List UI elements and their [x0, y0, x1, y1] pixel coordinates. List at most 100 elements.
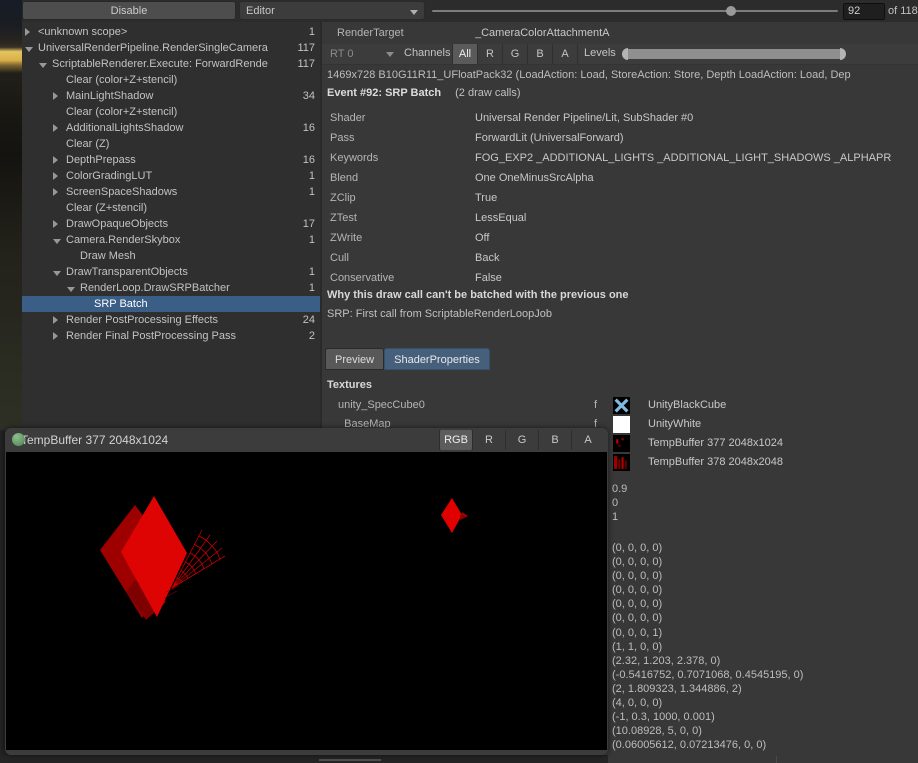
- shader-property-list: ShaderUniversal Render Pipeline/Lit, Sub…: [322, 108, 918, 288]
- float-value: 1: [612, 510, 627, 524]
- preview-geometry: [6, 452, 607, 750]
- property-value: True: [475, 188, 918, 208]
- preview-channel-rgb-button[interactable]: RGB: [440, 430, 472, 450]
- event-slider[interactable]: [432, 0, 838, 22]
- rt-index-dropdown[interactable]: RT 0: [330, 46, 398, 62]
- tab-preview[interactable]: Preview: [325, 348, 384, 370]
- tree-item[interactable]: Draw Mesh: [22, 248, 320, 264]
- event-slider-thumb[interactable]: [726, 6, 736, 16]
- channel-b-button[interactable]: B: [527, 44, 552, 64]
- tree-item[interactable]: Render Final PostProcessing Pass2: [22, 328, 320, 344]
- tab-shaderproperties[interactable]: ShaderProperties: [384, 348, 490, 370]
- tree-item-count: 1: [307, 232, 320, 248]
- preview-header[interactable]: TempBuffer 377 2048x1024 RGBRGBA: [5, 428, 608, 452]
- shader-property-row: ZClipTrue: [322, 188, 918, 208]
- foldout-open-icon[interactable]: [53, 271, 61, 276]
- levels-max-handle[interactable]: [840, 48, 846, 60]
- texture-preview-canvas[interactable]: [6, 452, 607, 750]
- target-selector-dropdown[interactable]: Editor: [239, 1, 425, 20]
- texture-property-name: unity_SpecCube0: [338, 399, 425, 411]
- property-value: ForwardLit (UniversalForward): [475, 128, 918, 148]
- tree-item[interactable]: Render PostProcessing Effects24: [22, 312, 320, 328]
- tree-item[interactable]: MainLightShadow34: [22, 88, 320, 104]
- vector-value: (0.06005612, 0.07213476, 0, 0): [612, 738, 803, 752]
- tree-item[interactable]: Clear (Z): [22, 136, 320, 152]
- property-value: FOG_EXP2 _ADDITIONAL_LIGHTS _ADDITIONAL_…: [475, 148, 918, 168]
- tree-item[interactable]: RenderLoop.DrawSRPBatcher1: [22, 280, 320, 296]
- vector-value: (-1, 0.3, 1000, 0.001): [612, 710, 803, 724]
- texture-preview-window: TempBuffer 377 2048x1024 RGBRGBA: [5, 428, 608, 755]
- tree-item[interactable]: SRP Batch: [22, 296, 320, 312]
- vector-value: (2.32, 1.203, 2.378, 0): [612, 654, 803, 668]
- event-total-label: of 118: [888, 5, 918, 17]
- render-target-info: 1469x728 B10G11R11_UFloatPack32 (LoadAct…: [327, 69, 917, 81]
- foldout-closed-icon[interactable]: [53, 188, 58, 196]
- event-number-input[interactable]: 92: [843, 3, 885, 20]
- texture-name[interactable]: TempBuffer 378 2048x2048: [648, 456, 783, 468]
- tree-item-label: Render Final PostProcessing Pass: [66, 328, 307, 344]
- preview-channel-a-button[interactable]: A: [571, 430, 604, 450]
- vector-value: (4, 0, 0, 0): [612, 696, 803, 710]
- preview-channel-b-button[interactable]: B: [538, 430, 571, 450]
- tree-item[interactable]: AdditionalLightsShadow16: [22, 120, 320, 136]
- levels-range-slider[interactable]: [622, 48, 846, 60]
- foldout-open-icon[interactable]: [25, 47, 33, 52]
- property-label: Keywords: [330, 148, 378, 168]
- tree-item-label: ScriptableRenderer.Execute: ForwardRende: [52, 56, 295, 72]
- vector-value: (-0.5416752, 0.7071068, 0.4545195, 0): [612, 668, 803, 682]
- tree-item[interactable]: Camera.RenderSkybox1: [22, 232, 320, 248]
- tree-item[interactable]: DrawTransparentObjects1: [22, 264, 320, 280]
- red-bars-texture-icon: [613, 454, 630, 471]
- foldout-closed-icon[interactable]: [53, 156, 58, 164]
- foldout-open-icon[interactable]: [67, 287, 75, 292]
- event-slider-track[interactable]: [432, 10, 838, 12]
- tree-item[interactable]: ScreenSpaceShadows1: [22, 184, 320, 200]
- disable-button[interactable]: Disable: [22, 1, 236, 20]
- property-label: Shader: [330, 108, 365, 128]
- foldout-open-icon[interactable]: [39, 63, 47, 68]
- foldout-closed-icon[interactable]: [53, 332, 58, 340]
- texture-name[interactable]: UnityWhite: [648, 418, 701, 430]
- tree-item[interactable]: ColorGradingLUT1: [22, 168, 320, 184]
- foldout-closed-icon[interactable]: [53, 92, 58, 100]
- foldout-closed-icon[interactable]: [53, 172, 58, 180]
- tree-item-label: Clear (color+Z+stencil): [66, 104, 313, 120]
- tree-item[interactable]: Clear (color+Z+stencil): [22, 104, 320, 120]
- tree-item-label: DrawTransparentObjects: [66, 264, 307, 280]
- tree-item-label: SRP Batch: [94, 296, 313, 312]
- texture-name[interactable]: UnityBlackCube: [648, 399, 726, 411]
- property-value: False: [475, 268, 918, 288]
- foldout-closed-icon[interactable]: [53, 220, 58, 228]
- levels-min-handle[interactable]: [622, 48, 628, 60]
- texture-name[interactable]: TempBuffer 377 2048x1024: [648, 437, 783, 449]
- tree-item[interactable]: <unknown scope>1: [22, 24, 320, 40]
- foldout-closed-icon[interactable]: [53, 124, 58, 132]
- tree-item-label: Camera.RenderSkybox: [66, 232, 307, 248]
- channel-a-button[interactable]: A: [552, 44, 578, 64]
- tree-item[interactable]: UniversalRenderPipeline.RenderSingleCame…: [22, 40, 320, 56]
- preview-channel-g-button[interactable]: G: [505, 430, 538, 450]
- tree-item-label: ColorGradingLUT: [66, 168, 307, 184]
- tree-item[interactable]: Clear (Z+stencil): [22, 200, 320, 216]
- green-dot-icon: [12, 433, 25, 446]
- channel-r-button[interactable]: R: [477, 44, 502, 64]
- tree-item-label: AdditionalLightsShadow: [66, 120, 301, 136]
- chevron-down-icon: [386, 52, 394, 57]
- channel-all-button[interactable]: All: [452, 44, 477, 64]
- foldout-closed-icon[interactable]: [53, 316, 58, 324]
- property-value: One OneMinusSrcAlpha: [475, 168, 918, 188]
- preview-channel-r-button[interactable]: R: [472, 430, 505, 450]
- tree-item[interactable]: DrawOpaqueObjects17: [22, 216, 320, 232]
- tree-item-count: 1: [307, 184, 320, 200]
- shader-property-row: PassForwardLit (UniversalForward): [322, 128, 918, 148]
- tree-item[interactable]: Clear (color+Z+stencil): [22, 72, 320, 88]
- tree-item[interactable]: ScriptableRenderer.Execute: ForwardRende…: [22, 56, 320, 72]
- resize-handle[interactable]: [319, 759, 381, 761]
- property-value: Off: [475, 228, 918, 248]
- panel-divider: [776, 756, 777, 763]
- foldout-open-icon[interactable]: [53, 239, 61, 244]
- tree-item[interactable]: DepthPrepass16: [22, 152, 320, 168]
- foldout-closed-icon[interactable]: [25, 28, 30, 36]
- tree-item-label: Draw Mesh: [80, 248, 313, 264]
- channel-g-button[interactable]: G: [502, 44, 527, 64]
